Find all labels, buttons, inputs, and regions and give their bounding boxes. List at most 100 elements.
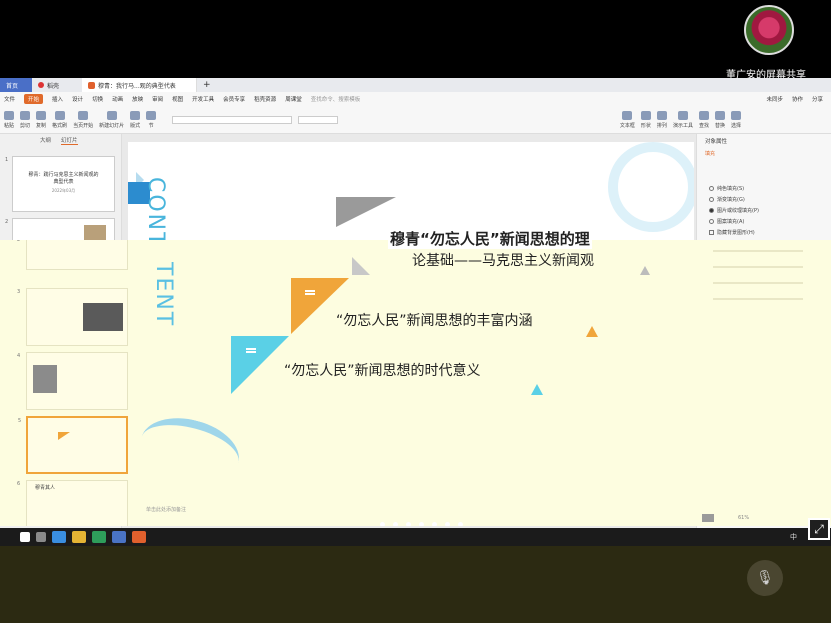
overlay-thumbnail-strip: 2 3 4 5 6 穆青其人 — [17, 240, 130, 526]
fill-option-pattern[interactable]: 图案填充(A) — [697, 216, 831, 227]
windows-start-icon[interactable] — [20, 532, 30, 542]
cut-button[interactable]: 剪切 — [20, 110, 31, 129]
item3-text: “勿忘人民”新闻思想的时代意义 — [284, 363, 481, 379]
brush-icon — [54, 110, 65, 120]
layout-icon — [130, 110, 141, 120]
ppt-icon — [88, 81, 95, 89]
item2-text: “勿忘人民”新闻思想的丰富内涵 — [336, 313, 533, 329]
option-label: 纯色填充(S) — [717, 186, 745, 192]
menu-developer[interactable]: 开发工具 — [192, 95, 214, 103]
thumb-title: 穆青：践行马克思主义新闻观的典型代表 — [28, 172, 99, 185]
panel-tabs: 大纲 幻灯片 — [0, 134, 121, 146]
tab-outline[interactable]: 大纲 — [40, 136, 51, 144]
share-button[interactable]: 分享 — [812, 95, 823, 103]
fill-option-solid[interactable]: 纯色填充(S) — [697, 183, 831, 194]
marker-icon — [305, 290, 315, 292]
expand-icon[interactable]: ⤢ — [808, 518, 830, 540]
find-button[interactable]: 查找 — [698, 110, 709, 129]
menu-design[interactable]: 设计 — [72, 95, 83, 103]
cursor-icon — [730, 110, 741, 120]
menu-transition[interactable]: 切换 — [92, 95, 103, 103]
zoom-level[interactable]: 61% — [738, 515, 749, 521]
new-slide-label: 新建幻灯片 — [99, 122, 125, 129]
wave-decor — [133, 408, 247, 492]
sync-status[interactable]: 未同步 — [766, 95, 783, 103]
play-slideshow-icon[interactable] — [702, 514, 714, 522]
hide-background-checkbox[interactable]: 隐藏背景图形(H) — [697, 227, 831, 238]
paste-button[interactable]: 粘贴 — [4, 110, 15, 129]
textbox-button[interactable]: 文本框 — [620, 110, 635, 129]
ghost-line — [713, 282, 803, 284]
small-triangle-decor — [531, 384, 543, 395]
paste-label: 粘贴 — [4, 122, 15, 129]
ime-indicator[interactable]: 中 — [790, 532, 797, 542]
slide-number: 1 — [5, 157, 9, 163]
dot — [393, 522, 398, 526]
search-icon[interactable] — [36, 532, 46, 542]
edge-icon[interactable] — [52, 531, 66, 543]
menu-classroom[interactable]: 周课堂 — [285, 95, 302, 103]
overlay-thumb-6[interactable]: 6 穆青其人 — [17, 480, 128, 526]
layout-button[interactable]: 版式 — [130, 110, 141, 129]
app-icon[interactable] — [92, 531, 106, 543]
option-label: 隐藏背景图形(H) — [717, 230, 755, 236]
chrome-icon[interactable] — [72, 531, 86, 543]
menu-file[interactable]: 文件 — [4, 95, 15, 103]
copy-button[interactable]: 复制 — [36, 110, 46, 129]
overlay-thumb-4[interactable]: 4 — [17, 352, 128, 410]
play-icon — [78, 110, 89, 120]
overlay-thumb-2[interactable]: 2 — [17, 240, 128, 270]
arrange-button[interactable]: 排列 — [656, 110, 667, 129]
app-icon[interactable] — [112, 531, 126, 543]
collab-button[interactable]: 协作 — [792, 95, 803, 103]
new-slide-icon — [106, 110, 117, 120]
notes-hint[interactable]: 单击此处添加备注 — [146, 506, 186, 513]
dot — [419, 522, 424, 526]
menu-docer[interactable]: 稻壳资源 — [254, 95, 276, 103]
tab-docer-label: 稻壳 — [47, 82, 60, 90]
menu-animation[interactable]: 动画 — [112, 95, 123, 103]
menu-view[interactable]: 视图 — [172, 95, 183, 103]
overlay-thumb-3[interactable]: 3 — [17, 288, 128, 346]
dot — [380, 522, 385, 526]
slide-thumbnail-1[interactable]: 1 穆青：践行马克思主义新闻观的典型代表 2022年03月 — [5, 156, 115, 212]
fill-option-gradient[interactable]: 渐变填充(G) — [697, 194, 831, 205]
mic-muted-icon[interactable]: 🎙 — [747, 560, 783, 596]
tab-slides[interactable]: 幻灯片 — [61, 136, 78, 145]
select-button[interactable]: 选择 — [730, 110, 741, 129]
radio-selected-icon — [709, 208, 714, 213]
command-search[interactable]: 查找命令、搜索模板 — [311, 95, 361, 103]
tab-docer[interactable]: 稻壳 — [32, 78, 82, 92]
menu-home[interactable]: 开始 — [24, 94, 44, 104]
menu-slideshow[interactable]: 放映 — [132, 95, 143, 103]
presenter-avatar — [744, 5, 794, 55]
layout-label: 版式 — [130, 122, 141, 129]
marker-icon — [246, 348, 256, 350]
tab-document[interactable]: 穆青：我行马...观的典型代表 — [82, 78, 197, 92]
fill-option-picture[interactable]: 图片或纹理填充(P) — [697, 205, 831, 216]
new-tab-button[interactable]: + — [197, 78, 211, 92]
font-select[interactable] — [172, 115, 293, 124]
menu-review[interactable]: 审阅 — [152, 95, 163, 103]
arrange-label: 排列 — [656, 122, 667, 129]
overlay-thumb-5-selected[interactable]: 5 — [18, 416, 128, 474]
present-tools-button[interactable]: 演示工具 — [673, 110, 693, 129]
wps-icon[interactable] — [132, 531, 146, 543]
ghost-line — [713, 298, 803, 300]
menu-member[interactable]: 会员专享 — [223, 95, 245, 103]
thumb-date: 2022年03月 — [51, 188, 76, 193]
font-size-select[interactable] — [298, 115, 339, 124]
cut-label: 剪切 — [20, 122, 31, 129]
tab-home[interactable]: 首页 — [0, 78, 32, 92]
shape-button[interactable]: 形状 — [640, 110, 651, 129]
menu-bar: 文件 开始 插入 设计 切换 动画 放映 审阅 视图 开发工具 会员专享 稻壳资… — [0, 92, 831, 106]
new-slide-button[interactable]: 新建幻灯片 — [99, 110, 125, 129]
replace-button[interactable]: 替换 — [714, 110, 725, 129]
overlay-right-pane — [713, 240, 831, 526]
wave-decor — [608, 142, 694, 232]
play-from-current-button[interactable]: 当页开始 — [73, 110, 93, 129]
checkbox-icon — [709, 230, 714, 235]
format-painter-button[interactable]: 格式刷 — [52, 110, 67, 129]
menu-insert[interactable]: 插入 — [52, 95, 63, 103]
section-button[interactable]: 节 — [146, 110, 157, 129]
